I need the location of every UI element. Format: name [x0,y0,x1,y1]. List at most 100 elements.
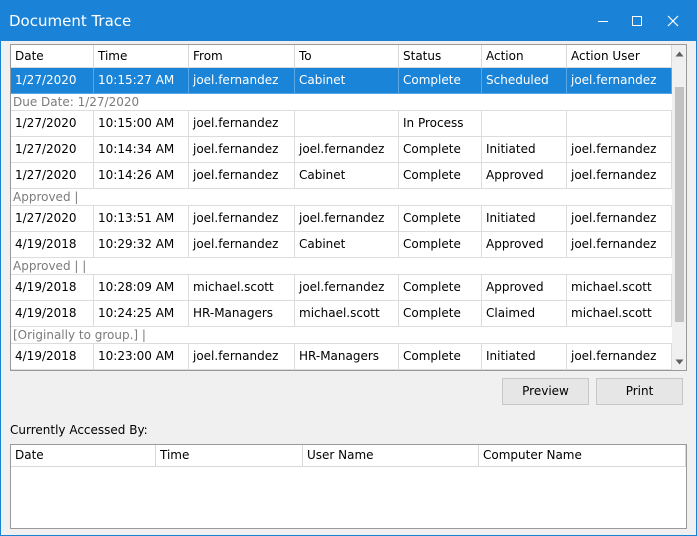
cell-time: 10:28:09 AM [94,275,189,301]
cell-action: Approved [482,232,567,258]
column-header-from[interactable]: From [189,45,295,68]
table-row[interactable]: 1/27/2020 10:13:51 AM joel.fernandez joel.f… [11,206,672,232]
cell-action-user: joel.fernandez [567,137,672,163]
cell-action-user: joel.fernandez [567,68,672,94]
cell-action-user: joel.fernandez [567,206,672,232]
cell-from: michael.scott [189,275,295,301]
cell-date: 4/19/2018 [11,275,94,301]
print-button[interactable]: Print [596,378,683,405]
table-row[interactable]: 4/19/2018 10:29:32 AM joel.fernandez Cabine… [11,232,672,258]
cell-status: Complete [399,68,482,94]
cell-date: 4/19/2018 [11,344,94,370]
table-row[interactable]: 4/19/2018 10:28:09 AM michael.scott joel.fe… [11,275,672,301]
row-note: Due Date: 1/27/2020 [11,94,672,111]
cell-to: Cabinet [295,232,399,258]
column-header-user-name[interactable]: User Name [303,445,479,467]
cell-to: Cabinet [295,68,399,94]
cell-from: joel.fernandez [189,344,295,370]
maximize-icon [632,16,642,26]
cell-time: 10:14:34 AM [94,137,189,163]
cell-action-user: joel.fernandez [567,232,672,258]
cell-to: michael.scott [295,301,399,327]
cell-action: Scheduled [482,68,567,94]
cell-from: joel.fernandez [189,206,295,232]
cell-time: 10:14:26 AM [94,163,189,189]
column-header-to[interactable]: To [295,45,399,68]
cell-time: 10:15:00 AM [94,111,189,137]
cell-action-user: joel.fernandez [567,344,672,370]
column-header-status[interactable]: Status [399,45,482,68]
cell-date: 1/27/2020 [11,137,94,163]
cell-date: 1/27/2020 [11,163,94,189]
cell-status: In Process [399,111,482,137]
cell-date: 1/27/2020 [11,206,94,232]
cell-from: joel.fernandez [189,163,295,189]
cell-time: 10:29:32 AM [94,232,189,258]
cell-action-user: joel.fernandez [567,163,672,189]
cell-from: joel.fernandez [189,111,295,137]
scroll-up-icon [675,51,684,56]
cell-to: HR-Managers [295,344,399,370]
table-row[interactable]: 1/27/2020 10:15:00 AM joel.fernandez In Pro… [11,111,672,137]
cell-status: Complete [399,301,482,327]
maximize-button[interactable] [619,1,655,41]
column-header-time[interactable]: Time [156,445,303,467]
cell-status: Complete [399,232,482,258]
cell-action: Approved [482,275,567,301]
window-title: Document Trace [9,12,132,30]
cell-action: Initiated [482,344,567,370]
column-header-computer-name[interactable]: Computer Name [479,445,686,467]
cell-status: Complete [399,275,482,301]
minimize-button[interactable] [585,1,621,41]
cell-action-user: michael.scott [567,301,672,327]
cell-from: joel.fernandez [189,232,295,258]
table-row[interactable]: 4/19/2018 10:23:00 AM joel.fernandez HR-Man… [11,344,672,370]
currently-accessed-label: Currently Accessed By: [10,423,148,437]
cell-time: 10:23:00 AM [94,344,189,370]
title-bar[interactable]: Document Trace [1,1,696,41]
cell-status: Complete [399,344,482,370]
scroll-down-button[interactable] [672,353,686,370]
cell-from: joel.fernandez [189,68,295,94]
table-row[interactable]: 4/19/2018 10:24:25 AM HR-Managers michael.s… [11,301,672,327]
vertical-scrollbar[interactable] [672,45,686,370]
column-header-date[interactable]: Date [11,445,156,467]
minimize-icon [598,21,608,22]
table-row-selected[interactable]: 1/27/2020 10:15:27 AM joel.fernandez Cabine… [11,68,672,94]
cell-time: 10:15:27 AM [94,68,189,94]
cell-action: Initiated [482,137,567,163]
cell-time: 10:13:51 AM [94,206,189,232]
row-note: [Originally to group.] | [11,327,672,344]
cell-from: HR-Managers [189,301,295,327]
cell-status: Complete [399,163,482,189]
table-row[interactable]: 1/27/2020 10:14:34 AM joel.fernandez joel.f… [11,137,672,163]
cell-action-user: michael.scott [567,275,672,301]
cell-status: Complete [399,137,482,163]
scroll-down-icon [675,359,684,364]
row-note: Approved | [11,189,672,206]
cell-action: Claimed [482,301,567,327]
scrollbar-thumb[interactable] [675,87,684,322]
cell-action: Approved [482,163,567,189]
column-header-action-user[interactable]: Action User [567,45,672,68]
cell-to [295,111,399,137]
column-header-date[interactable]: Date [11,45,94,68]
column-header-action[interactable]: Action [482,45,567,68]
document-trace-window: Document Trace Date Time From To Status … [0,0,697,536]
cell-action: Initiated [482,206,567,232]
cell-to: joel.fernandez [295,275,399,301]
cell-status: Complete [399,206,482,232]
accessed-by-grid[interactable]: Date Time User Name Computer Name [10,444,687,529]
column-header-time[interactable]: Time [94,45,189,68]
cell-date: 1/27/2020 [11,68,94,94]
cell-date: 4/19/2018 [11,301,94,327]
close-button[interactable] [655,1,691,41]
preview-button[interactable]: Preview [502,378,589,405]
trace-grid[interactable]: Date Time From To Status Action Action U… [10,44,687,371]
close-icon [667,15,679,27]
table-row[interactable]: 1/27/2020 10:14:26 AM joel.fernandez Cabine… [11,163,672,189]
cell-to: joel.fernandez [295,137,399,163]
scroll-up-button[interactable] [672,45,686,62]
cell-time: 10:24:25 AM [94,301,189,327]
cell-from: joel.fernandez [189,137,295,163]
